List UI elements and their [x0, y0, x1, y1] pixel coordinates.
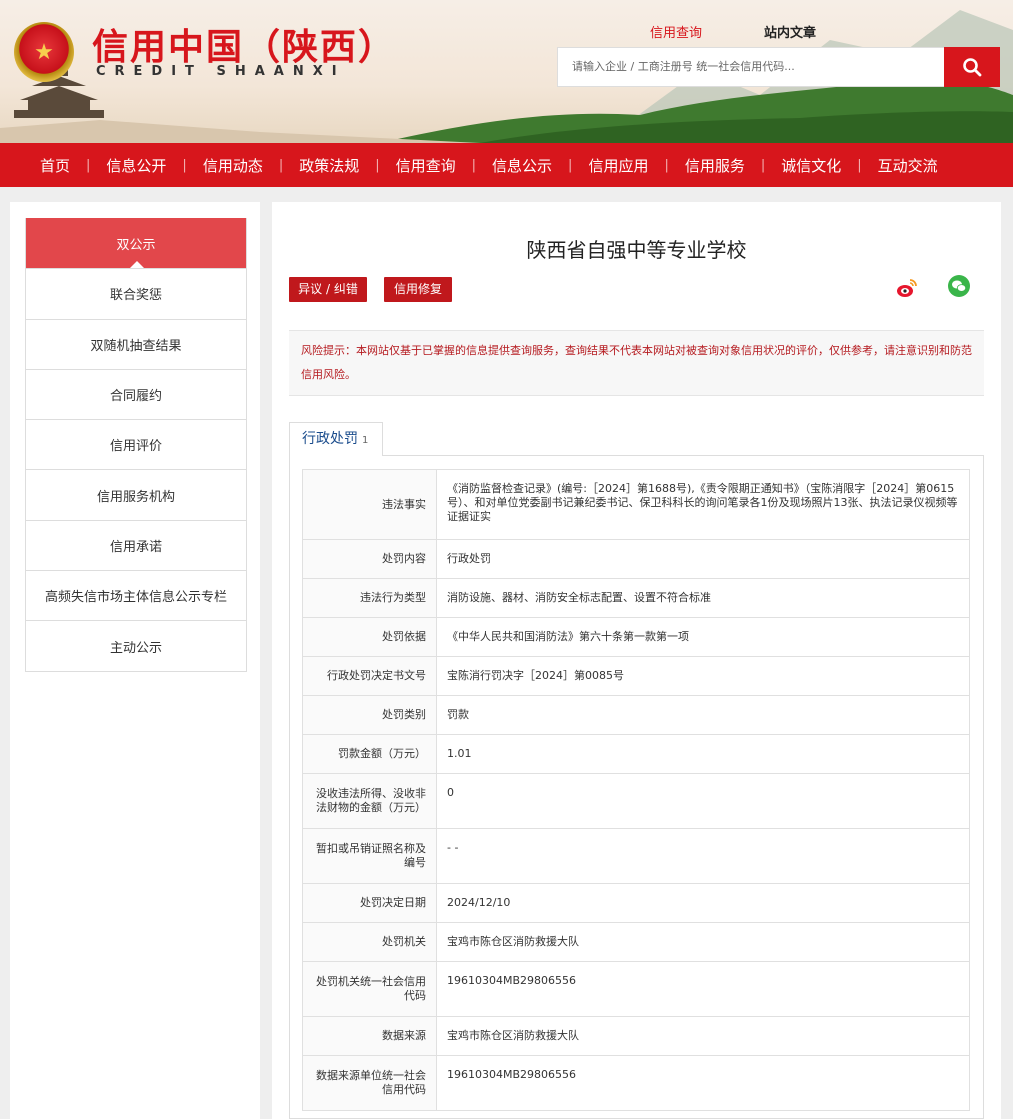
field-label: 行政处罚决定书文号 — [302, 656, 437, 696]
field-label: 罚款金额（万元） — [302, 734, 437, 774]
search-button[interactable] — [944, 47, 1000, 87]
sidebar-item-commitment[interactable]: 信用承诺 — [26, 519, 246, 570]
table-row: 处罚机关统一社会信用代码 19610304MB29806556 — [302, 961, 970, 1017]
field-label: 处罚机关统一社会信用代码 — [302, 961, 437, 1017]
table-row: 没收违法所得、没收非法财物的金额（万元） 0 — [302, 773, 970, 829]
nav-item-integrity-culture[interactable]: 诚信文化 — [781, 155, 841, 176]
nav-separator: | — [182, 157, 187, 173]
sidebar-item-active-publicity[interactable]: 主动公示 — [26, 620, 246, 670]
field-label: 数据来源 — [302, 1016, 437, 1056]
field-label: 处罚机关 — [302, 922, 437, 962]
table-row: 违法行为类型 消防设施、器材、消防安全标志配置、设置不符合标准 — [302, 578, 970, 618]
sidebar-item-credit-rating[interactable]: 信用评价 — [26, 419, 246, 469]
nav-item-info-publicity[interactable]: 信息公示 — [492, 155, 552, 176]
table-row: 行政处罚决定书文号 宝陈消行罚决字［2024］第0085号 — [302, 656, 970, 696]
nav-item-credit-apply[interactable]: 信用应用 — [588, 155, 648, 176]
nav-item-interaction[interactable]: 互动交流 — [878, 155, 938, 176]
main-nav: 首页 | 信息公开 | 信用动态 | 政策法规 | 信用查询 | 信息公示 | … — [0, 143, 1013, 187]
nav-item-credit-query[interactable]: 信用查询 — [396, 155, 456, 176]
sidebar-item-dishonest-column[interactable]: 高频失信市场主体信息公示专栏 — [26, 570, 246, 620]
nav-separator: | — [278, 157, 284, 173]
credit-repair-button[interactable]: 信用修复 — [384, 277, 452, 302]
field-label: 数据来源单位统一社会信用代码 — [302, 1055, 437, 1111]
field-value: 消防设施、器材、消防安全标志配置、设置不符合标准 — [436, 578, 970, 618]
field-label: 违法事实 — [302, 469, 437, 540]
field-value: - - — [436, 828, 970, 884]
risk-notice: 风险提示：本网站仅基于已掌握的信息提供查询服务，查询结果不代表本网站对被查询对象… — [289, 330, 984, 396]
site-logo-subtitle: CREDIT SHAANXI — [96, 64, 346, 79]
national-emblem-icon: ★ — [14, 22, 74, 82]
sidebar-item-contract[interactable]: 合同履约 — [26, 368, 246, 419]
field-value: 宝鸡市陈仓区消防救援大队 — [436, 922, 970, 962]
nav-separator: | — [471, 157, 477, 173]
field-value: 宝鸡市陈仓区消防救援大队 — [436, 1016, 970, 1056]
record-tabs: 行政处罚 1 — [289, 422, 984, 457]
field-value: 2024/12/10 — [436, 883, 970, 923]
field-value: 罚款 — [436, 695, 970, 735]
field-label: 暂扣或吊销证照名称及编号 — [302, 828, 437, 884]
nav-separator: | — [664, 157, 669, 173]
field-value: 19610304MB29806556 — [436, 961, 970, 1017]
field-label: 处罚依据 — [302, 617, 437, 657]
search-tab-site-articles[interactable]: 站内文章 — [764, 22, 816, 41]
field-label: 处罚类别 — [302, 695, 437, 735]
table-row: 处罚依据 《中华人民共和国消防法》第六十条第一款第一项 — [302, 617, 970, 657]
sidebar-item-service-agency[interactable]: 信用服务机构 — [26, 469, 246, 519]
page-title: 陕西省自强中等专业学校 — [526, 238, 747, 262]
field-label: 处罚内容 — [302, 539, 437, 579]
table-row: 处罚内容 行政处罚 — [302, 539, 970, 579]
sidebar-item-joint-reward-punishment[interactable]: 联合奖惩 — [26, 268, 246, 318]
field-value: 宝陈消行罚决字［2024］第0085号 — [436, 656, 970, 696]
nav-separator: | — [568, 157, 573, 173]
field-value: 《中华人民共和国消防法》第六十条第一款第一项 — [436, 617, 970, 657]
field-label: 没收违法所得、没收非法财物的金额（万元） — [302, 773, 437, 829]
nav-item-policy[interactable]: 政策法规 — [299, 155, 359, 176]
field-value: 0 — [436, 773, 970, 829]
nav-separator: | — [760, 157, 766, 173]
nav-separator: | — [857, 157, 862, 173]
search-tabs: 信用查询 站内文章 — [650, 22, 816, 41]
wechat-share-icon[interactable] — [948, 275, 970, 297]
table-row: 处罚机关 宝鸡市陈仓区消防救援大队 — [302, 922, 970, 962]
tab-administrative-penalty[interactable]: 行政处罚 1 — [289, 422, 383, 457]
table-row: 数据来源 宝鸡市陈仓区消防救援大队 — [302, 1016, 970, 1056]
field-value: 行政处罚 — [436, 539, 970, 579]
nav-separator: | — [375, 157, 380, 173]
table-row: 罚款金额（万元） 1.01 — [302, 734, 970, 774]
nav-item-credit-news[interactable]: 信用动态 — [203, 155, 263, 176]
table-row: 处罚决定日期 2024/12/10 — [302, 883, 970, 923]
objection-button[interactable]: 异议 / 纠错 — [289, 277, 367, 302]
penalty-detail-table: 违法事实 《消防监督检查记录》(编号:［2024］第1688号),《责令限期正通… — [302, 469, 970, 1111]
sidebar-item-double-publicity[interactable]: 双公示 — [26, 218, 246, 269]
site-header: ★ 信用中国（陕西） CREDIT SHAANXI 信用查询 站内文章 请输入企… — [0, 0, 1013, 143]
field-value: 1.01 — [436, 734, 970, 774]
field-value: 19610304MB29806556 — [436, 1055, 970, 1111]
table-row: 暂扣或吊销证照名称及编号 - - — [302, 828, 970, 884]
site-logo-text[interactable]: 信用中国（陕西） — [92, 18, 396, 70]
weibo-share-icon[interactable] — [896, 278, 918, 298]
nav-item-credit-service[interactable]: 信用服务 — [685, 155, 745, 176]
tab-count-badge: 1 — [362, 435, 369, 446]
field-value: 《消防监督检查记录》(编号:［2024］第1688号),《责令限期正通知书》（宝… — [436, 469, 970, 540]
nav-separator: | — [86, 157, 91, 173]
nav-item-home[interactable]: 首页 — [40, 155, 70, 176]
sidebar-item-random-inspection[interactable]: 双随机抽查结果 — [26, 318, 246, 369]
field-label: 违法行为类型 — [302, 578, 437, 618]
search-icon — [963, 58, 982, 77]
sidebar-menu: 双公示 联合奖惩 双随机抽查结果 合同履约 信用评价 信用服务机构 信用承诺 高… — [25, 218, 247, 672]
search-tab-credit-query[interactable]: 信用查询 — [650, 22, 702, 41]
nav-item-info-open[interactable]: 信息公开 — [106, 155, 166, 176]
table-row: 数据来源单位统一社会信用代码 19610304MB29806556 — [302, 1055, 970, 1111]
tab-label: 行政处罚 — [302, 431, 358, 447]
search-input[interactable]: 请输入企业 / 工商注册号 统一社会信用代码... — [557, 47, 945, 87]
table-row: 处罚类别 罚款 — [302, 695, 970, 735]
table-row: 违法事实 《消防监督检查记录》(编号:［2024］第1688号),《责令限期正通… — [302, 469, 970, 540]
field-label: 处罚决定日期 — [302, 883, 437, 923]
